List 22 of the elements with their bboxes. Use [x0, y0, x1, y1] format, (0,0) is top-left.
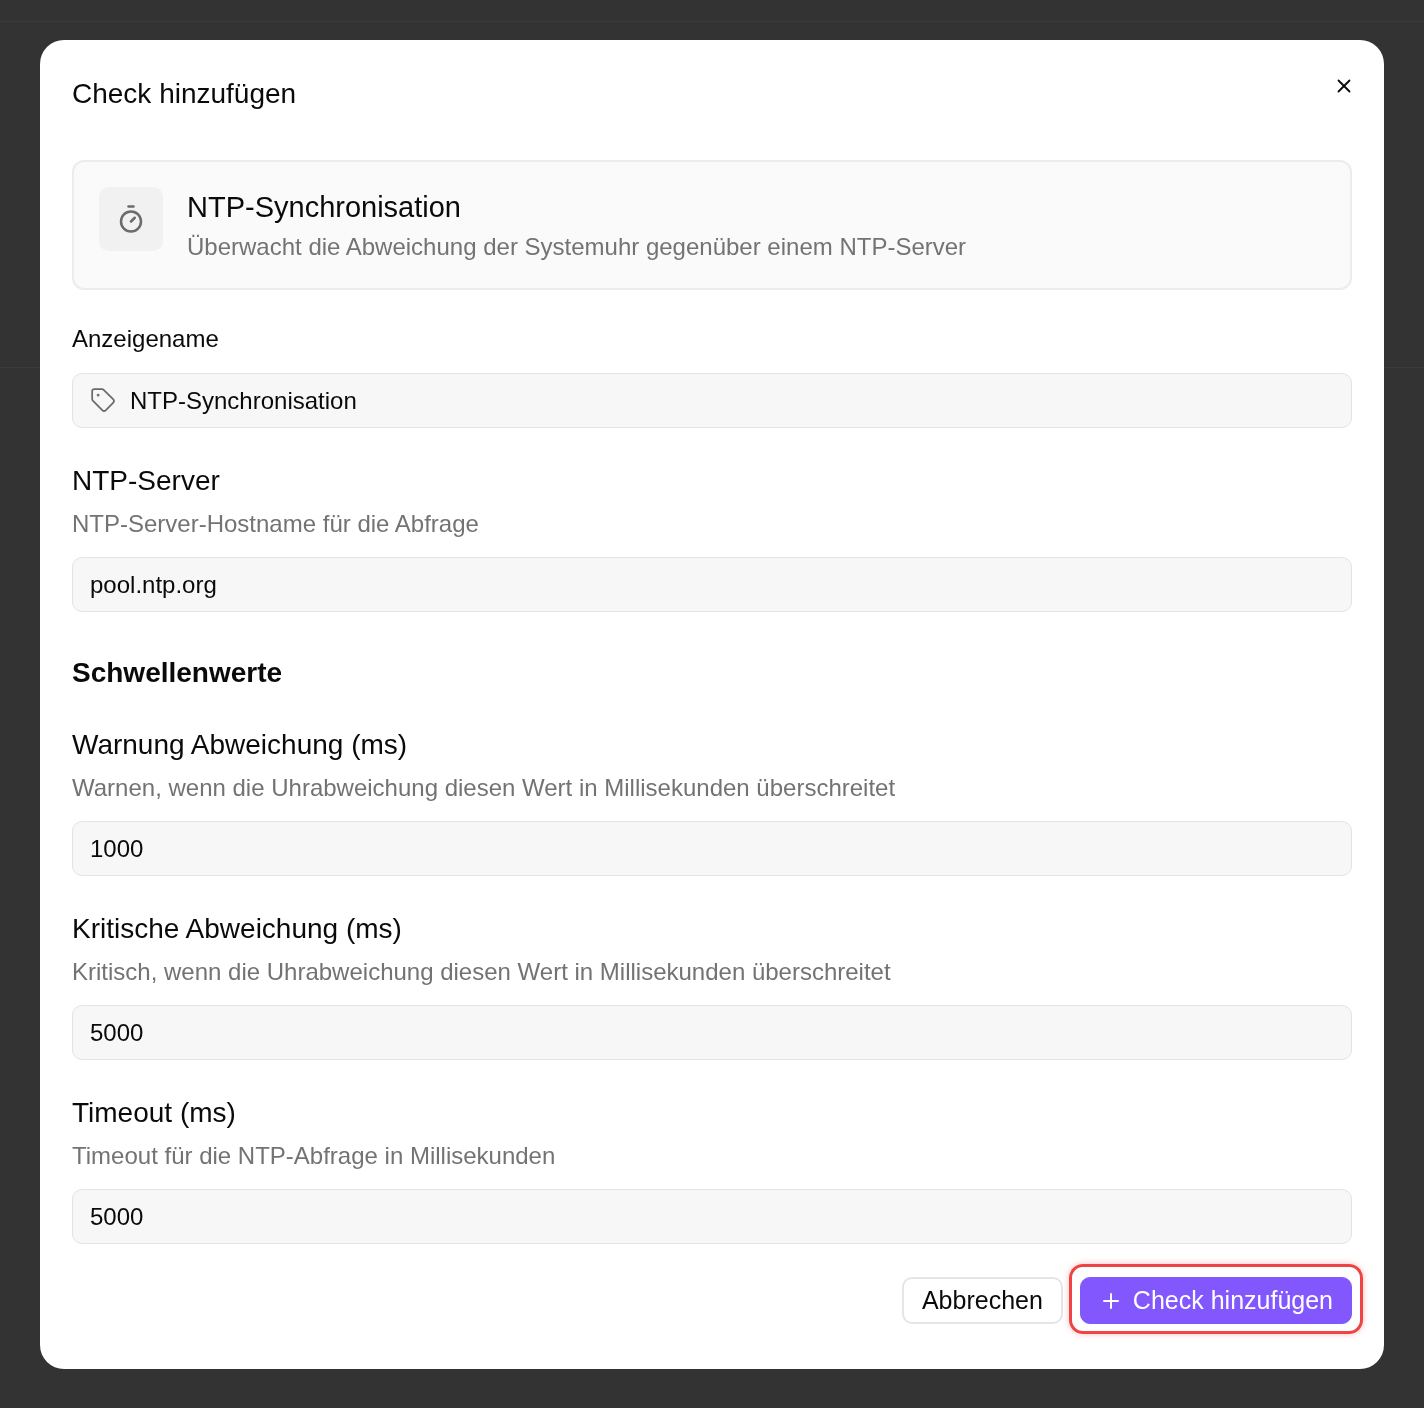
- input-field[interactable]: pool.ntp.org: [72, 557, 1352, 612]
- cancel-button[interactable]: Abbrechen: [901, 1277, 1063, 1324]
- section-heading: Schwellenwerte: [72, 656, 284, 690]
- check-type-name: NTP-Synchronisation: [187, 190, 462, 225]
- field-label: Timeout (ms): [72, 1096, 237, 1130]
- field-label: Kritische Abweichung (ms): [72, 912, 403, 946]
- check-type-description: Überwacht die Abweichung der Systemuhr gegenüber einem NTP-Server: [187, 232, 967, 262]
- input-field[interactable]: 5000: [72, 1005, 1352, 1060]
- field-description: Warnen, wenn die Uhrabweichung diesen Wert in Millisekunden überschreitet: [72, 773, 897, 803]
- field-description: Timeout für die NTP-Abfrage in Millisekunden: [72, 1141, 557, 1171]
- add-check-button[interactable]: Check hinzufügen: [1079, 1277, 1352, 1324]
- stopwatch-icon: [99, 187, 163, 251]
- tag-icon: [90, 387, 116, 413]
- field-label: NTP-Server: [72, 464, 221, 498]
- dialog-title: Check hinzufügen: [72, 77, 297, 111]
- field-label: Anzeigename: [72, 324, 220, 354]
- input-field[interactable]: 1000: [72, 821, 1352, 876]
- name-input[interactable]: NTP-Synchronisation: [72, 373, 1352, 428]
- field-description: Kritisch, wenn die Uhrabweichung diesen Wert in Millisekunden überschreitet: [72, 957, 892, 987]
- field-description: NTP-Server-Hostname für die Abfrage: [72, 509, 480, 539]
- field-label: Warnung Abweichung (ms): [72, 728, 409, 762]
- input-field[interactable]: 5000: [72, 1189, 1352, 1244]
